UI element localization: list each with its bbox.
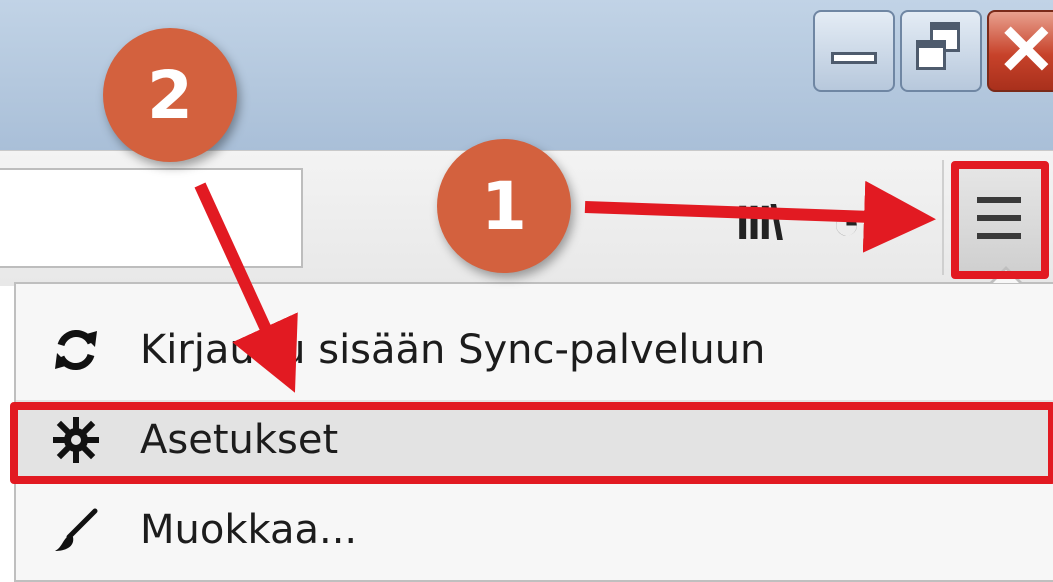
step-1-badge: 1 — [437, 139, 571, 273]
arrow-step-2 — [194, 182, 298, 393]
arrow-step-1 — [584, 180, 936, 253]
step-2-badge: 2 — [103, 28, 237, 162]
